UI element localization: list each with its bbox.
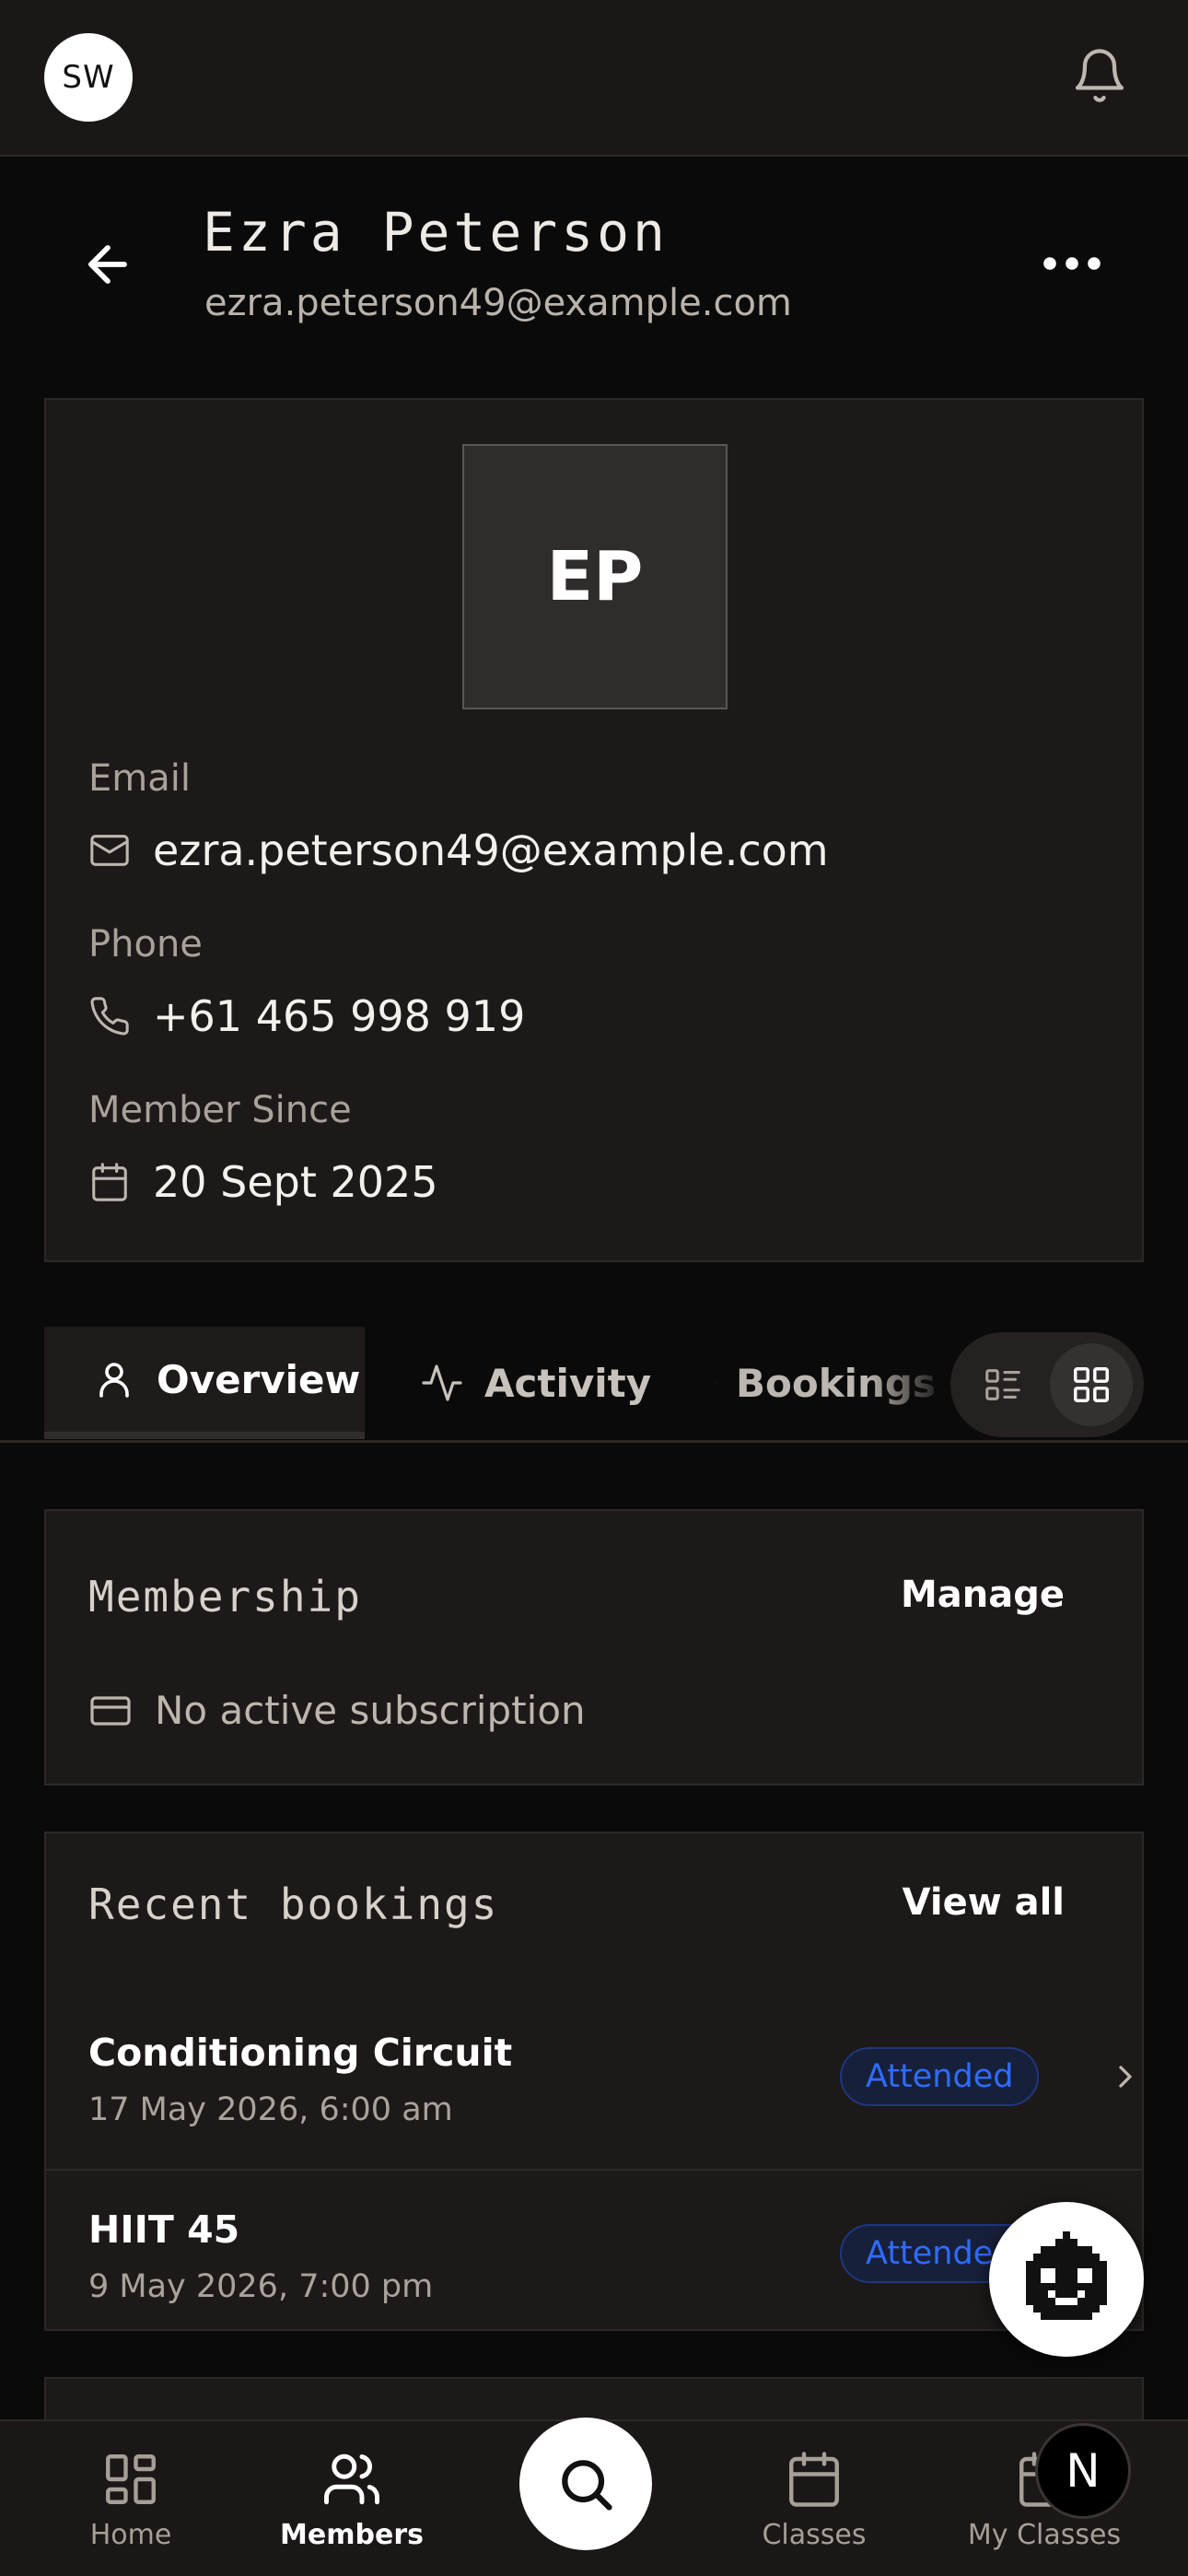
booking-date: 17 May 2026, 6:00 am bbox=[88, 2091, 453, 2128]
user-icon bbox=[99, 1363, 129, 1398]
grid-icon bbox=[106, 2454, 156, 2504]
tab-activity-label: Activity bbox=[484, 1360, 652, 1406]
member-since-value: 20 Sept 2025 bbox=[153, 1157, 438, 1207]
more-options-icon[interactable] bbox=[1039, 247, 1105, 280]
status-badge: Attended bbox=[840, 2047, 1040, 2106]
assistant-button[interactable] bbox=[989, 2202, 1144, 2357]
email-label: Email bbox=[88, 757, 191, 800]
tab-overview-label: Overview bbox=[157, 1356, 361, 1402]
mail-icon bbox=[90, 835, 129, 866]
email-value: ezra.peterson49@example.com bbox=[153, 825, 829, 875]
recent-bookings-title: Recent bookings bbox=[88, 1879, 499, 1929]
list-view-icon bbox=[985, 1369, 1020, 1400]
chevron-right-icon bbox=[1119, 2066, 1132, 2088]
bell-icon[interactable] bbox=[1070, 46, 1129, 105]
robot-face-icon bbox=[1026, 2231, 1107, 2320]
recent-bookings-card: Recent bookings View all Conditioning Ci… bbox=[44, 1832, 1144, 2331]
booking-row[interactable]: HIIT 45 9 May 2026, 7:00 pm Attended bbox=[46, 2172, 1142, 2348]
member-detail-screen: SW Ezra Peterson ezra.peterson49@example… bbox=[0, 0, 1188, 2576]
list-view-button[interactable] bbox=[961, 1343, 1044, 1426]
member-since-row: 20 Sept 2025 bbox=[88, 1157, 438, 1207]
search-icon bbox=[562, 2460, 612, 2511]
view-all-button[interactable]: View all bbox=[903, 1881, 1065, 1924]
user-avatar[interactable]: SW bbox=[44, 33, 133, 122]
nav-members-label: Members bbox=[280, 2519, 424, 2551]
calendar-icon bbox=[92, 1163, 127, 1201]
back-arrow-icon[interactable] bbox=[79, 236, 136, 293]
booking-class-name: Conditioning Circuit bbox=[88, 2031, 513, 2075]
dev-indicator-badge[interactable]: N bbox=[1035, 2423, 1131, 2519]
users-icon bbox=[324, 2453, 379, 2505]
membership-card: Membership Manage No active subscription bbox=[44, 1509, 1144, 1786]
calendar-icon bbox=[789, 2452, 839, 2507]
tab-overview[interactable]: Overview bbox=[44, 1327, 365, 1439]
search-button[interactable] bbox=[519, 2418, 652, 2550]
subscription-status-text: No active subscription bbox=[155, 1688, 586, 1733]
nav-classes[interactable]: Classes bbox=[722, 2449, 906, 2551]
phone-value: +61 465 998 919 bbox=[153, 991, 526, 1041]
member-email-subtitle: ezra.peterson49@example.com bbox=[204, 282, 792, 324]
credit-card-icon bbox=[90, 1695, 131, 1726]
subscription-status: No active subscription bbox=[88, 1688, 586, 1733]
tabs-fade bbox=[866, 1327, 949, 1439]
clock-icon bbox=[715, 1382, 716, 1384]
activity-icon bbox=[422, 1364, 462, 1401]
member-avatar: EP bbox=[462, 444, 728, 709]
nav-my-classes-label: My Classes bbox=[967, 2519, 1122, 2551]
nav-home[interactable]: Home bbox=[39, 2449, 223, 2551]
booking-class-name: HIIT 45 bbox=[88, 2207, 240, 2252]
phone-icon bbox=[90, 997, 129, 1036]
booking-date: 9 May 2026, 7:00 pm bbox=[88, 2268, 434, 2305]
email-row[interactable]: ezra.peterson49@example.com bbox=[88, 825, 829, 875]
membership-title: Membership bbox=[88, 1572, 362, 1622]
nav-members[interactable]: Members bbox=[260, 2449, 444, 2551]
member-since-label: Member Since bbox=[88, 1089, 352, 1131]
profile-card: EP Email ezra.peterson49@example.com Pho… bbox=[44, 398, 1144, 1262]
grid-view-icon bbox=[1074, 1367, 1109, 1402]
phone-row[interactable]: +61 465 998 919 bbox=[88, 991, 525, 1041]
tab-activity[interactable]: Activity bbox=[420, 1327, 651, 1439]
grid-view-button[interactable] bbox=[1050, 1343, 1133, 1426]
view-toggle bbox=[950, 1332, 1144, 1437]
nav-classes-label: Classes bbox=[762, 2519, 867, 2551]
nav-home-label: Home bbox=[89, 2519, 172, 2551]
manage-button[interactable]: Manage bbox=[901, 1574, 1065, 1616]
member-name: Ezra Peterson bbox=[203, 201, 669, 263]
booking-row[interactable]: Conditioning Circuit 17 May 2026, 6:00 a… bbox=[46, 1996, 1142, 2171]
phone-label: Phone bbox=[88, 923, 203, 966]
top-bar: SW bbox=[0, 0, 1188, 157]
